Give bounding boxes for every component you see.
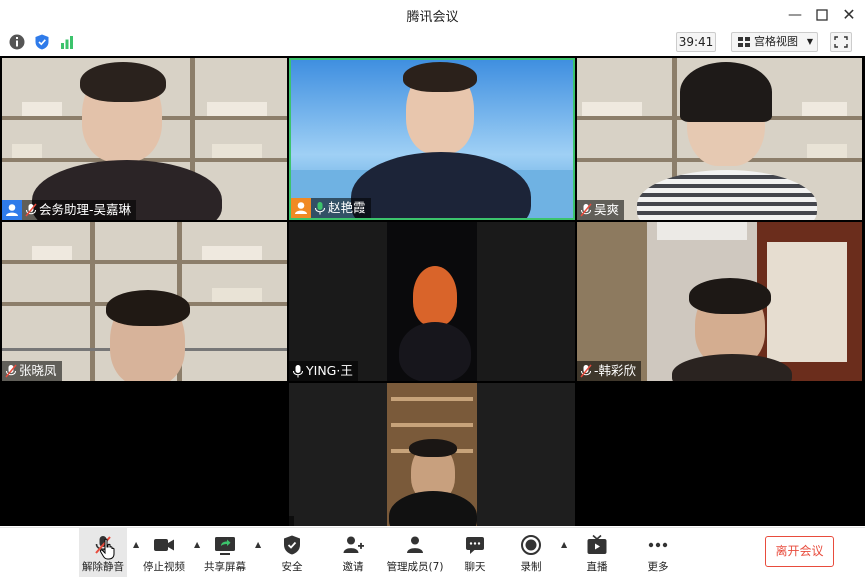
video-tile[interactable]: 张晓凤 — [2, 222, 287, 381]
participant-name-tag — [289, 516, 294, 526]
chat-label: 聊天 — [464, 561, 486, 573]
shield-icon[interactable] — [33, 33, 51, 51]
title-bar: 腾讯会议 — ✕ — [0, 0, 865, 30]
video-tile[interactable] — [289, 383, 575, 526]
signal-icon[interactable] — [58, 33, 76, 51]
video-grid: 会务助理-吴嘉琳 赵艳霞 吴爽 张晓凤 YING·王 -韩彩欣 — [0, 56, 865, 553]
participant-name: 会务助理-吴嘉琳 — [39, 202, 132, 217]
invite-label: 邀请 — [342, 561, 364, 573]
participant-name-tag: -韩彩欣 — [577, 361, 642, 381]
video-tile[interactable]: 会务助理-吴嘉琳 — [2, 58, 287, 220]
share-options-button[interactable]: ▲ — [250, 528, 262, 577]
meeting-info-bar: 39:41 宫格视图 ▼ — [0, 30, 865, 54]
manage-members-button[interactable]: 管理成员(7) — [387, 528, 443, 577]
mic-icon — [293, 365, 303, 378]
more-icon — [648, 542, 668, 548]
share-screen-button[interactable]: 共享屏幕 — [204, 528, 246, 577]
manage-members-label: 管理成员(7) — [386, 561, 444, 573]
minimize-button[interactable]: — — [784, 5, 806, 25]
user-icon — [291, 198, 311, 218]
video-tile[interactable]: -韩彩欣 — [577, 222, 862, 381]
video-tile-active-speaker[interactable]: 赵艳霞 — [289, 58, 575, 220]
mic-muted-icon — [580, 364, 592, 378]
participant-name: -韩彩欣 — [594, 363, 637, 378]
stop-video-label: 停止视频 — [143, 561, 185, 573]
participant-name: YING·王 — [306, 363, 353, 378]
participant-name: 吴爽 — [594, 202, 620, 217]
video-camera-icon — [154, 539, 174, 551]
meeting-timer: 39:41 — [676, 32, 716, 52]
mic-active-icon — [315, 202, 325, 215]
share-screen-icon — [215, 537, 235, 555]
leave-meeting-button[interactable]: 离开会议 — [765, 536, 834, 567]
meeting-window: 腾讯会议 — ✕ 39:41 宫格视图 ▼ 会务助理-吴嘉琳 赵艳霞 吴爽 张晓… — [0, 0, 865, 577]
info-icon[interactable] — [8, 33, 26, 51]
record-options-button[interactable]: ▲ — [556, 528, 568, 577]
security-button[interactable]: 安全 — [272, 528, 312, 577]
security-label: 安全 — [281, 561, 303, 573]
grid-view-icon — [738, 37, 750, 47]
chat-button[interactable]: 聊天 — [455, 528, 495, 577]
close-button[interactable]: ✕ — [838, 5, 860, 25]
shield-icon — [284, 535, 300, 555]
live-stream-icon — [587, 534, 607, 554]
participant-name: 赵艳霞 — [328, 200, 366, 215]
participant-name-tag: YING·王 — [289, 361, 358, 381]
record-button[interactable]: 录制 — [511, 528, 551, 577]
mic-muted-icon — [25, 203, 37, 217]
mic-muted-icon — [580, 203, 592, 217]
participant-name-tag: 赵艳霞 — [291, 198, 371, 218]
stop-video-button[interactable]: 停止视频 — [143, 528, 185, 577]
share-screen-label: 共享屏幕 — [204, 561, 246, 573]
fullscreen-icon — [834, 36, 848, 48]
caret-up-icon: ▲ — [133, 540, 140, 549]
fullscreen-button[interactable] — [830, 32, 852, 52]
meeting-toolbar: 解除静音 ▲ 停止视频 ▲ 共享屏幕 ▲ 安全 邀请 管理成员(7) 聊天 录制… — [0, 527, 865, 577]
participant-name-tag: 张晓凤 — [2, 361, 62, 381]
maximize-button[interactable] — [811, 5, 833, 25]
chat-icon — [466, 537, 484, 554]
more-button[interactable]: 更多 — [638, 528, 678, 577]
hand-cursor-icon — [99, 538, 115, 560]
chevron-down-icon: ▼ — [806, 37, 813, 46]
add-user-icon — [343, 536, 364, 553]
participant-name-tag: 会务助理-吴嘉琳 — [2, 200, 137, 220]
record-icon — [521, 535, 541, 555]
view-mode-label: 宫格视图 — [754, 35, 798, 48]
members-icon — [407, 536, 423, 553]
view-mode-button[interactable]: 宫格视图 ▼ — [731, 32, 818, 52]
invite-button[interactable]: 邀请 — [333, 528, 373, 577]
user-icon — [2, 200, 22, 220]
more-label: 更多 — [647, 561, 669, 573]
live-button[interactable]: 直播 — [577, 528, 617, 577]
live-label: 直播 — [586, 561, 608, 573]
caret-up-icon: ▲ — [255, 540, 262, 549]
participant-name-tag: 吴爽 — [577, 200, 625, 220]
video-tile[interactable]: 吴爽 — [577, 58, 862, 220]
caret-up-icon: ▲ — [561, 540, 568, 549]
participant-name: 张晓凤 — [19, 363, 57, 378]
caret-up-icon: ▲ — [194, 540, 201, 549]
mic-muted-icon — [5, 364, 17, 378]
unmute-label: 解除静音 — [82, 561, 124, 573]
video-tile[interactable]: YING·王 — [289, 222, 575, 381]
record-label: 录制 — [520, 561, 542, 573]
window-title: 腾讯会议 — [406, 10, 459, 25]
